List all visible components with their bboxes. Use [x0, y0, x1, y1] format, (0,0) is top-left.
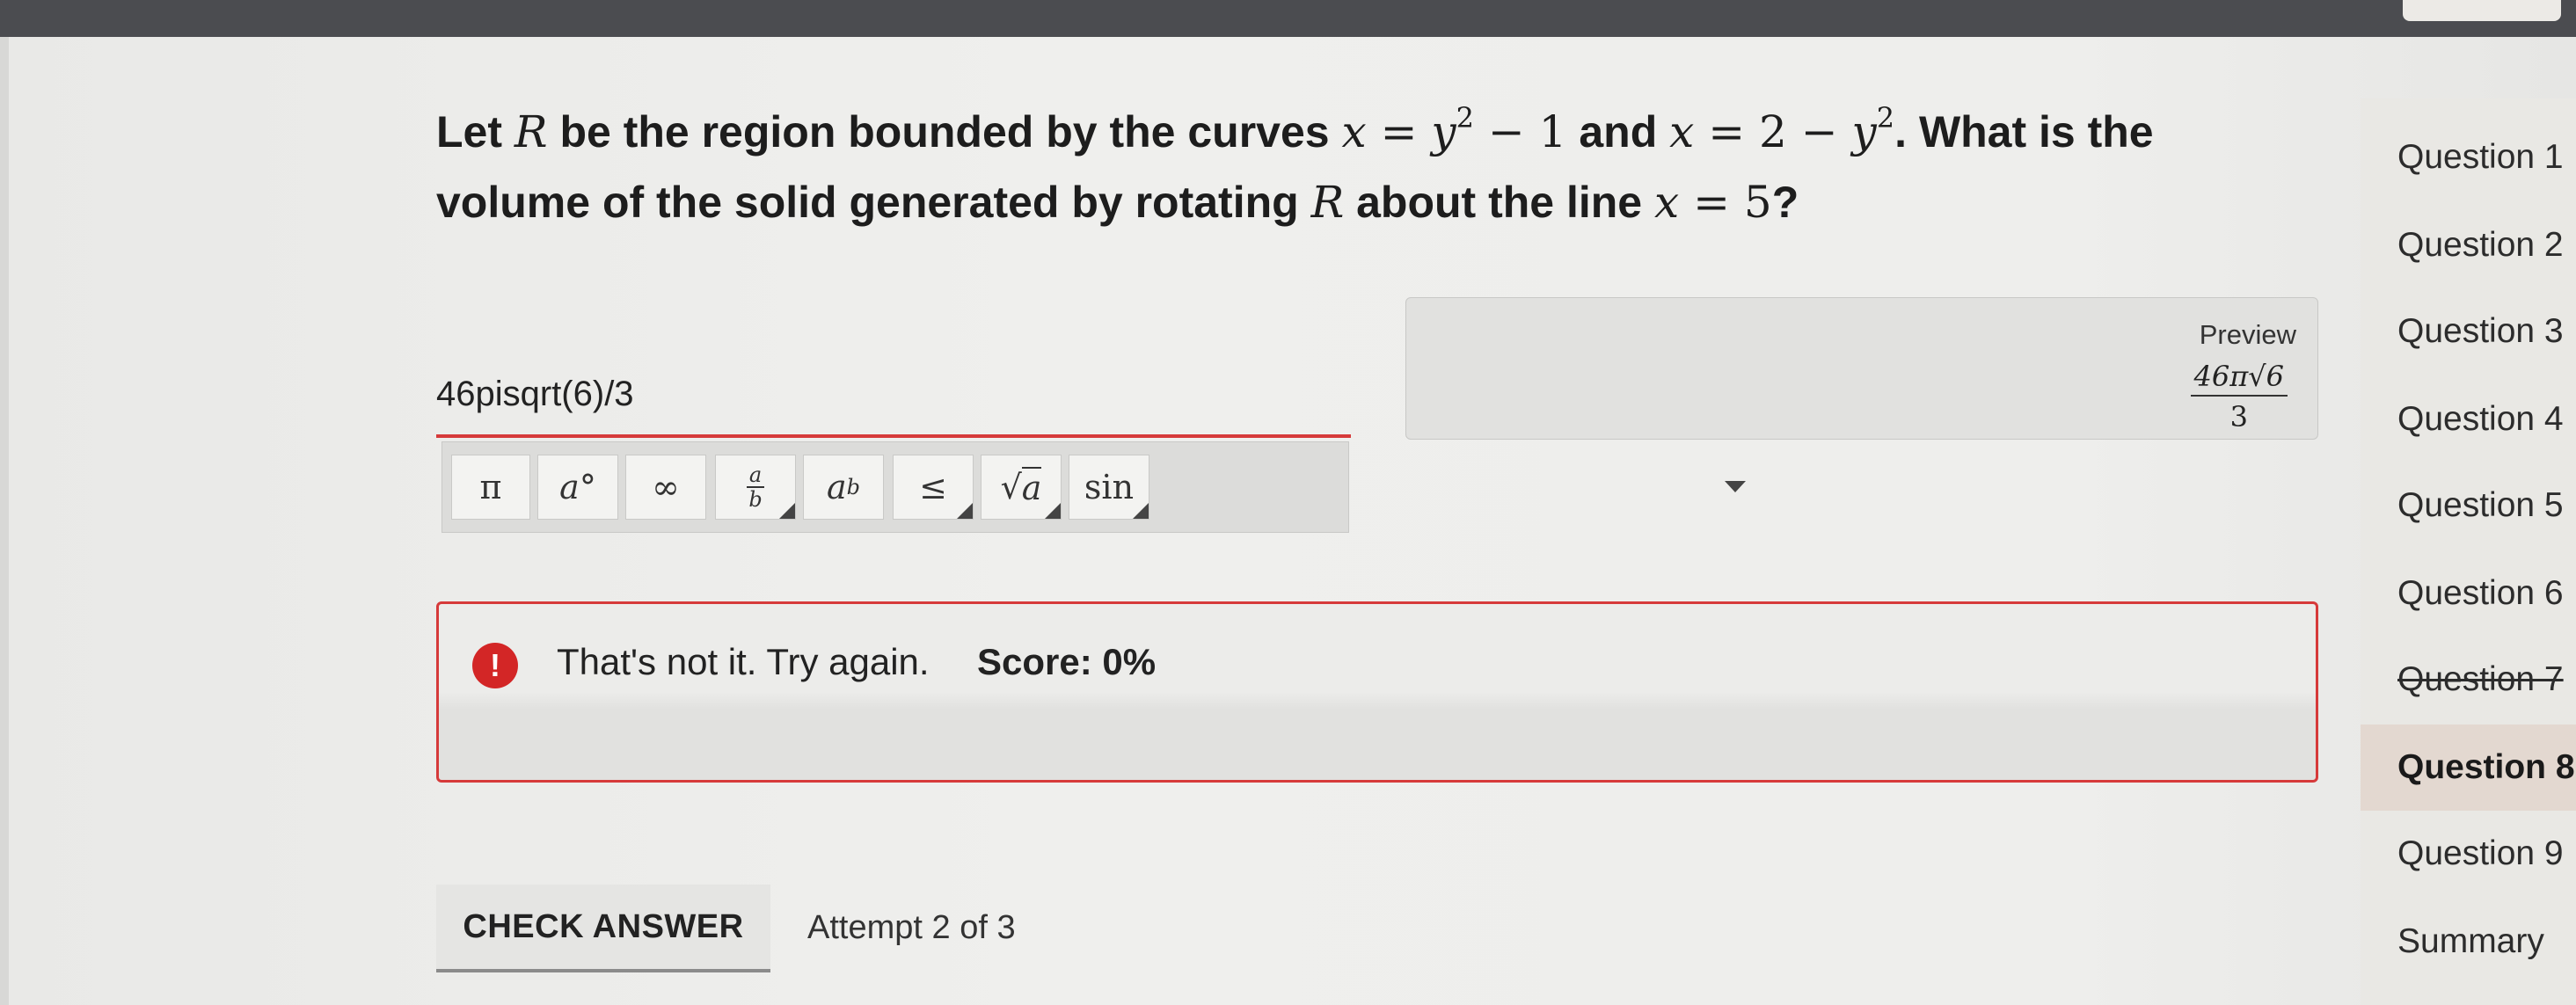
power-exponent: b — [846, 475, 861, 499]
nav-summary[interactable]: Summary — [2361, 899, 2576, 985]
degree-base: a — [559, 468, 580, 506]
leq-symbol: ≤ — [919, 468, 947, 506]
fraction-button[interactable]: ab — [715, 455, 796, 520]
alert-icon: ! — [472, 643, 518, 688]
sin-label: sin — [1084, 468, 1135, 506]
leq-button[interactable]: ≤ — [893, 455, 974, 520]
preview-label: Preview — [2199, 319, 2296, 350]
nav-question-8[interactable]: Question 8 — [2361, 725, 2576, 811]
preview-denominator: 3 — [2229, 400, 2248, 433]
pi-symbol: π — [479, 468, 502, 506]
feedback-message: That's not it. Try again. — [557, 641, 930, 682]
degree-symbol: ° — [579, 468, 596, 506]
math-toolbar: π a ° ∞ ab ab ≤ √ a sin — [441, 441, 1746, 533]
preview-fraction: 46π√6 3 — [2190, 360, 2288, 433]
feedback-box: ! That's not it. Try again. Score: 0% — [436, 601, 2318, 783]
browser-top-bar — [0, 0, 2576, 37]
question-nav: Question 1 Question 2 Question 3 Questio… — [2361, 98, 2576, 1005]
nav-question-5[interactable]: Question 5 — [2361, 462, 2576, 549]
answer-input[interactable]: 46pisqrt(6)/3 — [436, 359, 1351, 438]
sqrt-button[interactable]: √ a — [981, 455, 1062, 520]
power-base: a — [826, 468, 847, 506]
nav-question-9[interactable]: Question 9 — [2361, 811, 2576, 897]
attempt-counter: Attempt 2 of 3 — [807, 909, 1016, 946]
sqrt-symbol: √ — [1000, 468, 1022, 506]
nav-question-2[interactable]: Question 2 — [2361, 202, 2576, 288]
sin-button[interactable]: sin — [1069, 455, 1149, 520]
infinity-button[interactable]: ∞ — [625, 455, 706, 520]
nav-question-3[interactable]: Question 3 — [2361, 288, 2576, 375]
infinity-symbol: ∞ — [652, 468, 680, 506]
preview-numerator: 46π√6 — [2193, 360, 2285, 393]
preview-box: Preview 46π√6 3 — [1405, 297, 2318, 440]
power-button[interactable]: ab — [803, 455, 884, 520]
top-tab[interactable] — [2403, 0, 2561, 21]
question-text: Let R be the region bounded by the curve… — [436, 101, 2154, 228]
pi-button[interactable]: π — [451, 455, 530, 520]
check-answer-button[interactable]: CHECK ANSWER — [436, 885, 770, 972]
nav-question-7[interactable]: Question 7 — [2361, 637, 2576, 723]
fraction-icon: ab — [747, 463, 764, 511]
sqrt-argument: a — [1021, 467, 1042, 507]
score-label: Score: 0% — [977, 641, 1157, 682]
nav-question-6[interactable]: Question 6 — [2361, 550, 2576, 637]
chevron-down-icon[interactable] — [1725, 481, 1746, 492]
degree-button[interactable]: a ° — [537, 455, 618, 520]
nav-question-4[interactable]: Question 4 — [2361, 376, 2576, 462]
nav-question-1[interactable]: Question 1 — [2361, 114, 2576, 200]
